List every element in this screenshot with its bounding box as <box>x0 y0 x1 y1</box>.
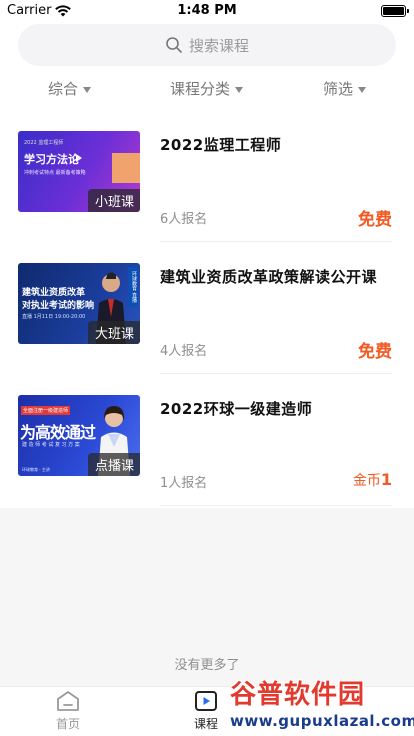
course-play-icon <box>195 691 217 711</box>
course-title: 2022监理工程师 <box>160 136 282 154</box>
divider <box>160 505 392 506</box>
course-title: 建筑业资质改革政策解读公开课 <box>160 268 378 286</box>
filter-tab-filter[interactable]: 筛选 <box>323 78 367 99</box>
thumbnail-subtext: 建 造 师 考 试 复 习 方 案 <box>22 442 80 448</box>
enroll-count: 1人报名 <box>160 476 208 491</box>
course-price: 免费 <box>358 210 392 230</box>
course-price: 金币1 <box>353 470 392 490</box>
thumbnail-subtext: 冲刺考试特点 最新备考策略 <box>24 170 86 176</box>
search-bar[interactable]: 搜索课程 <box>18 24 396 66</box>
thumbnail-headline: 为高效通过 <box>20 423 96 442</box>
thumbnail-footer: 环球教育 · 主讲 <box>22 467 50 472</box>
battery-nub <box>407 9 409 13</box>
enroll-count: 6人报名 <box>160 212 208 227</box>
filter-tab-label: 筛选 <box>323 80 354 98</box>
filter-tab-label: 综合 <box>48 80 79 98</box>
course-thumbnail: 全面注册一级建造师 为高效通过 建 造 师 考 试 复 习 方 案 环球教育 ·… <box>18 395 140 476</box>
course-thumbnail: 建筑业资质改革 对执业考试的影响 直播 1月11日 19:00-20:00 环球… <box>18 263 140 344</box>
no-more-label: 没有更多了 <box>174 658 240 673</box>
thumbnail-decoration <box>112 153 140 183</box>
thumbnail-headline: 建筑业资质改革 <box>22 288 86 298</box>
tab-home[interactable]: 首页 <box>38 689 98 735</box>
battery-fill <box>383 7 404 15</box>
price-coin-label: 金币 <box>352 473 381 489</box>
watermark-title: 谷普软件园 <box>230 680 366 710</box>
caret-down-icon <box>358 86 367 93</box>
course-item[interactable]: 2022 监理工程师 学习方法论 冲刺考试特点 最新备考策略 小班课 2022监… <box>0 110 414 242</box>
search-placeholder: 搜索课程 <box>188 36 249 55</box>
course-type-badge: 大班课 <box>87 321 140 344</box>
enroll-count: 4人报名 <box>160 344 208 359</box>
watermark-url: www.gupuxlazal.com <box>230 712 414 730</box>
caret-down-icon <box>83 86 92 93</box>
tab-course-label: 课程 <box>193 717 218 731</box>
course-item[interactable]: 建筑业资质改革 对执业考试的影响 直播 1月11日 19:00-20:00 环球… <box>0 242 414 374</box>
thumbnail-headline: 学习方法论 <box>24 153 79 166</box>
filter-tabs: 综合 课程分类 筛选 <box>0 78 414 104</box>
clock: 1:48 PM <box>177 3 237 18</box>
course-type-badge: 点播课 <box>87 453 140 476</box>
course-price: 免费 <box>358 342 392 362</box>
caret-down-icon <box>235 86 244 93</box>
price-coin-amount: 1 <box>380 470 392 489</box>
status-bar: Carrier 1:48 PM <box>0 0 414 22</box>
thumbnail-caption: 2022 监理工程师 <box>24 140 64 146</box>
thumbnail-headline-2: 对执业考试的影响 <box>22 301 95 311</box>
filter-tab-category[interactable]: 课程分类 <box>170 78 244 99</box>
tab-home-label: 首页 <box>55 717 80 731</box>
home-icon <box>57 691 79 711</box>
thumbnail-tag: 环球教育 直播 <box>128 267 138 307</box>
filter-tab-label: 课程分类 <box>170 80 231 98</box>
filter-tab-comprehensive[interactable]: 综合 <box>48 78 92 99</box>
battery-icon <box>381 5 409 17</box>
course-item[interactable]: 全面注册一级建造师 为高效通过 建 造 师 考 试 复 习 方 案 环球教育 ·… <box>0 374 414 506</box>
watermark-logo: 谷普软件园 www.gupuxlazal.com <box>226 672 414 734</box>
play-icon <box>76 154 82 162</box>
course-thumbnail: 2022 监理工程师 学习方法论 冲刺考试特点 最新备考策略 小班课 <box>18 131 140 212</box>
search-icon <box>166 37 182 53</box>
thumbnail-label: 全面注册一级建造师 <box>21 406 71 415</box>
course-type-badge: 小班课 <box>87 189 140 212</box>
course-title: 2022环球一级建造师 <box>160 400 313 418</box>
thumbnail-schedule: 直播 1月11日 19:00-20:00 <box>22 314 86 320</box>
